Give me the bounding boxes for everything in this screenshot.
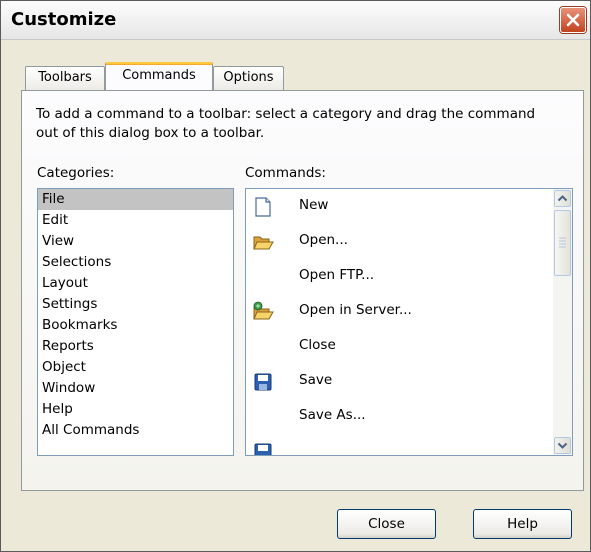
category-item-help[interactable]: Help bbox=[38, 399, 233, 420]
commands-label: Commands: bbox=[245, 165, 326, 181]
open-in-server-icon bbox=[253, 301, 274, 320]
tab-options[interactable]: Options bbox=[213, 66, 284, 90]
category-item-edit[interactable]: Edit bbox=[38, 210, 233, 231]
category-item-settings[interactable]: Settings bbox=[38, 294, 233, 315]
new-document-icon bbox=[255, 197, 271, 217]
category-item-object[interactable]: Object bbox=[38, 357, 233, 378]
customize-dialog: Customize Toolbars Commands Options To a… bbox=[0, 0, 591, 552]
tab-toolbars[interactable]: Toolbars bbox=[25, 66, 105, 90]
command-item-partial[interactable] bbox=[246, 434, 572, 455]
close-window-button[interactable] bbox=[560, 7, 586, 33]
open-folder-icon bbox=[253, 236, 274, 250]
chevron-down-icon bbox=[557, 442, 568, 449]
save-disk-icon bbox=[254, 443, 272, 455]
help-button[interactable]: Help bbox=[473, 509, 572, 539]
command-label: Open... bbox=[299, 232, 348, 248]
title-bar[interactable]: Customize bbox=[1, 1, 590, 40]
save-disk-icon bbox=[254, 373, 272, 391]
close-button[interactable]: Close bbox=[337, 509, 436, 539]
tab-toolbars-label: Toolbars bbox=[38, 70, 92, 85]
category-item-view[interactable]: View bbox=[38, 231, 233, 252]
scroll-thumb[interactable] bbox=[554, 210, 571, 276]
chevron-up-icon bbox=[557, 195, 568, 202]
command-item-open-in-server[interactable]: Open in Server... bbox=[246, 294, 572, 329]
scroll-down-button[interactable] bbox=[554, 437, 571, 454]
category-item-layout[interactable]: Layout bbox=[38, 273, 233, 294]
command-item-open[interactable]: Open... bbox=[246, 224, 572, 259]
command-label: Open in Server... bbox=[299, 302, 412, 318]
tab-commands[interactable]: Commands bbox=[105, 62, 213, 90]
category-item-window[interactable]: Window bbox=[38, 378, 233, 399]
commands-list[interactable]: New Open... Open FTP... Open in Server..… bbox=[245, 188, 573, 456]
categories-list[interactable]: File Edit View Selections Layout Setting… bbox=[37, 188, 234, 456]
commands-scrollbar[interactable] bbox=[553, 189, 572, 455]
commands-tab-panel: To add a command to a toolbar: select a … bbox=[21, 90, 584, 491]
command-label: Save bbox=[299, 372, 333, 388]
tab-options-label: Options bbox=[223, 70, 274, 85]
command-item-close[interactable]: Close bbox=[246, 329, 572, 364]
category-item-all-commands[interactable]: All Commands bbox=[38, 420, 233, 441]
categories-label: Categories: bbox=[37, 165, 115, 181]
category-item-bookmarks[interactable]: Bookmarks bbox=[38, 315, 233, 336]
category-item-file[interactable]: File bbox=[38, 189, 233, 210]
window-title: Customize bbox=[11, 9, 117, 30]
category-item-reports[interactable]: Reports bbox=[38, 336, 233, 357]
command-label: Open FTP... bbox=[299, 267, 375, 283]
command-item-open-ftp[interactable]: Open FTP... bbox=[246, 259, 572, 294]
command-item-save-as[interactable]: Save As... bbox=[246, 399, 572, 434]
command-label: New bbox=[299, 197, 329, 213]
instructions-text: To add a command to a toolbar: select a … bbox=[36, 106, 536, 141]
scroll-up-button[interactable] bbox=[554, 190, 571, 207]
command-label: Close bbox=[299, 337, 336, 353]
close-icon bbox=[566, 13, 580, 27]
command-label: Save As... bbox=[299, 407, 366, 423]
command-item-new[interactable]: New bbox=[246, 189, 572, 224]
category-item-selections[interactable]: Selections bbox=[38, 252, 233, 273]
grip-icon bbox=[559, 237, 566, 248]
command-item-save[interactable]: Save bbox=[246, 364, 572, 399]
tab-commands-label: Commands bbox=[122, 68, 196, 83]
